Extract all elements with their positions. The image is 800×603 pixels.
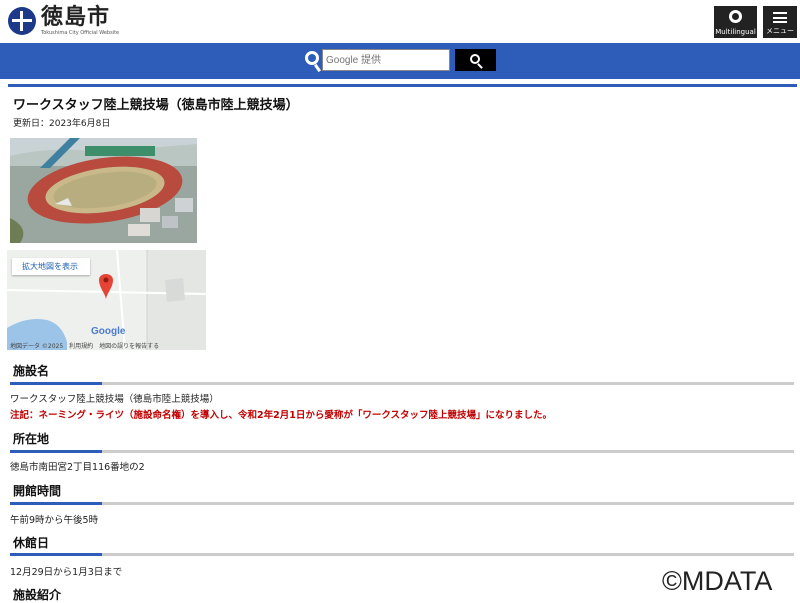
updated-date: 更新日：2023年6月8日 (13, 119, 111, 129)
section-heading-introduction: 施設紹介 (13, 588, 62, 602)
section-heading-closed-days: 休館日 (13, 536, 50, 550)
section-divider (10, 450, 794, 453)
site-header: 徳島市 Tokushima City Official Website Mult… (0, 0, 800, 44)
hours-text: 午前9時から午後5時 (10, 515, 99, 526)
page-title: ワークスタッフ陸上競技場（徳島市陸上競技場） (13, 98, 299, 113)
hamburger-icon (773, 12, 787, 23)
magnifier-icon (470, 54, 480, 64)
multilingual-label: Multilingual (715, 28, 756, 36)
section-divider (10, 553, 794, 556)
section-divider (10, 502, 794, 505)
closed-days-text: 12月29日から1月3日まで (10, 567, 123, 578)
section-heading-hours: 開館時間 (13, 484, 62, 498)
section-heading-location: 所在地 (13, 432, 50, 446)
stadium-photo (10, 138, 197, 243)
search-bar (0, 43, 800, 79)
search-input[interactable] (322, 49, 450, 71)
menu-button[interactable]: メニュー (763, 6, 797, 38)
multilingual-button[interactable]: Multilingual (714, 6, 757, 38)
site-logo[interactable]: 徳島市 Tokushima City Official Website (8, 6, 119, 36)
facility-name-text: ワークスタッフ陸上競技場（徳島市陸上競技場） (10, 394, 219, 405)
section-divider (10, 382, 794, 385)
location-text: 徳島市南田宮2丁目116番地の2 (10, 462, 145, 473)
globe-icon (729, 10, 742, 23)
watermark: ©MDATA (662, 566, 773, 596)
logo-title: 徳島市 (41, 5, 111, 30)
menu-label: メニュー (766, 27, 794, 35)
naming-rights-note: 注記：ネーミング・ライツ（施設命名権）を導入し、令和2年2月1日から愛称が「ワー… (10, 410, 553, 421)
google-brand: Google (91, 326, 126, 337)
map-footer: 地図データ ©2025 利用規約 地図の誤りを報告する (10, 343, 160, 350)
header-divider (8, 84, 797, 87)
view-larger-map-link[interactable]: 拡大地図を表示 (12, 258, 90, 275)
logo-subtitle: Tokushima City Official Website (41, 30, 120, 36)
city-emblem-icon (8, 7, 36, 35)
search-button[interactable] (455, 49, 496, 71)
search-icon (305, 51, 319, 65)
section-heading-facility-name: 施設名 (13, 364, 50, 378)
